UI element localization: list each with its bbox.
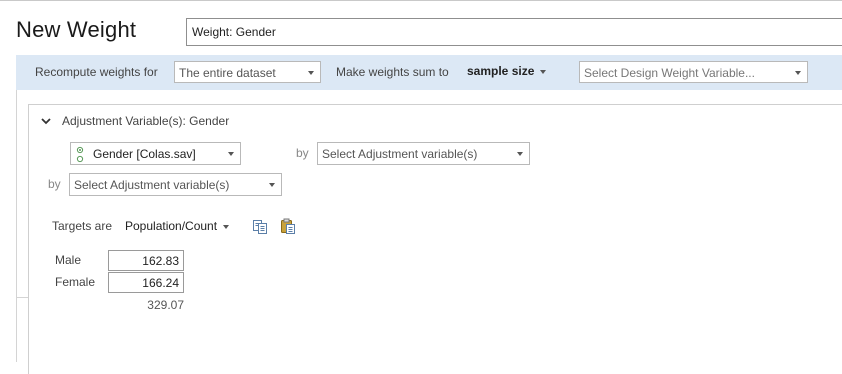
adjustment-select-placeholder: Select Adjustment variable(s) <box>322 147 478 161</box>
adjustment-select-3[interactable]: Select Adjustment variable(s) <box>69 173 282 196</box>
by-label: by <box>48 177 61 191</box>
recompute-select-value: The entire dataset <box>179 66 276 80</box>
targets-type-value: Population/Count <box>125 219 218 233</box>
targets-label: Targets are <box>52 219 113 233</box>
weight-name-input[interactable] <box>186 18 842 46</box>
chevron-down-icon <box>517 152 523 156</box>
top-border <box>0 0 842 1</box>
chevron-down-icon <box>228 152 234 156</box>
copy-icon[interactable] <box>252 218 268 234</box>
adjustment-select-2[interactable]: Select Adjustment variable(s) <box>317 142 530 165</box>
design-weight-placeholder: Select Design Weight Variable... <box>584 66 755 80</box>
sum-select[interactable]: sample size <box>467 64 547 78</box>
target-row-label-female: Female <box>55 275 96 289</box>
design-weight-select[interactable]: Select Design Weight Variable... <box>579 61 808 83</box>
sum-select-value: sample size <box>467 64 535 78</box>
adjustment-panel-title: Adjustment Variable(s): Gender <box>62 114 230 128</box>
adjustment-variable-value: Gender [Colas.sav] <box>93 147 196 161</box>
weight-options-bar: Recompute weights for The entire dataset… <box>16 55 842 90</box>
sum-label: Make weights sum to <box>336 65 449 79</box>
adjustment-variable-select[interactable]: Gender [Colas.sav] <box>70 142 241 165</box>
chevron-down-icon <box>223 224 230 229</box>
by-label: by <box>296 146 309 160</box>
recompute-select[interactable]: The entire dataset <box>174 61 321 83</box>
page-title: New Weight <box>16 17 137 42</box>
chevron-down-icon <box>269 183 275 187</box>
targets-total: 329.07 <box>147 298 184 312</box>
categorical-variable-icon <box>76 146 84 163</box>
chevron-down-icon <box>308 71 314 75</box>
target-input-male[interactable] <box>108 250 184 271</box>
chevron-down-icon <box>540 69 547 74</box>
left-guide-line <box>16 90 17 362</box>
target-row-label-male: Male <box>55 253 82 267</box>
chevron-down-icon[interactable] <box>40 115 52 127</box>
recompute-label: Recompute weights for <box>35 65 158 79</box>
chevron-down-icon <box>795 71 801 75</box>
paste-icon[interactable] <box>280 218 296 234</box>
targets-type-select[interactable]: Population/Count <box>125 219 230 233</box>
left-guide-tick <box>16 297 28 298</box>
adjustment-select-placeholder: Select Adjustment variable(s) <box>74 178 230 192</box>
target-input-female[interactable] <box>108 272 184 293</box>
